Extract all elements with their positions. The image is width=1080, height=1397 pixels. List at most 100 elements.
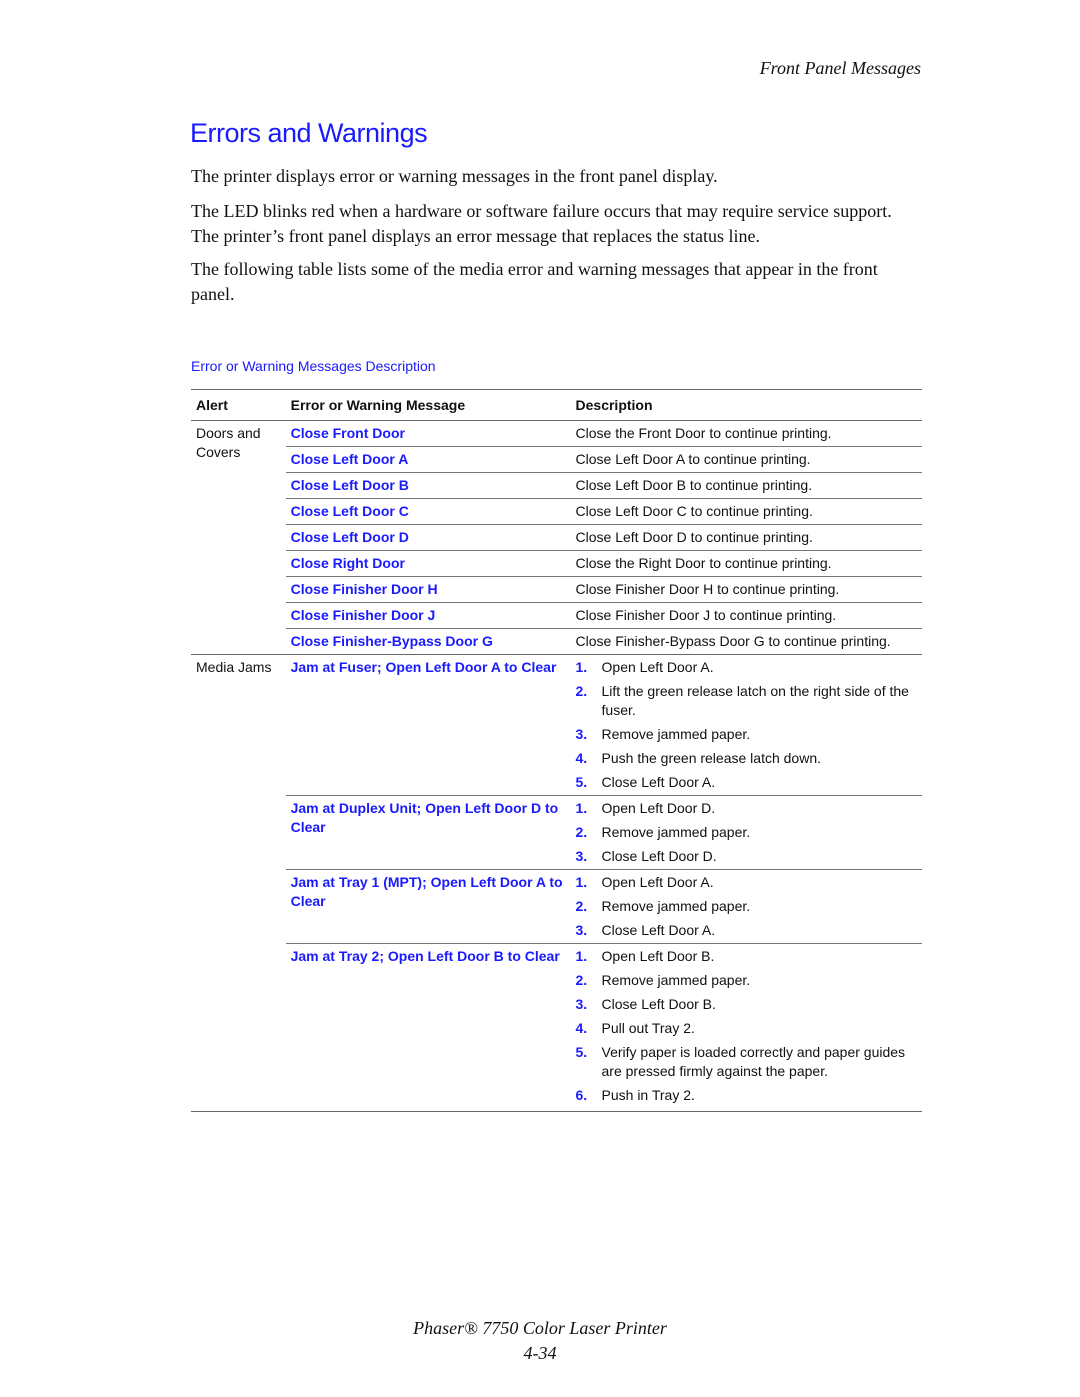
- error-message: Close Finisher Door H: [285, 576, 571, 603]
- table-row: Close Finisher Door H Close Finisher Door…: [191, 576, 922, 603]
- step-number: 3.: [575, 922, 588, 938]
- step-item: 3. Close Left Door B.: [576, 995, 917, 1014]
- step-item: 3. Close Left Door D.: [576, 847, 917, 866]
- step-number: 2.: [575, 972, 588, 988]
- step-item: 1. Open Left Door B.: [576, 947, 917, 966]
- error-message: Jam at Tray 2; Open Left Door B to Clear: [285, 943, 571, 1112]
- table-caption: Error or Warning Messages Description: [191, 358, 436, 374]
- step-item: 4. Pull out Tray 2.: [576, 1019, 917, 1038]
- step-item: 4. Push the green release latch down.: [576, 749, 917, 768]
- description-steps: 1. Open Left Door D. 2. Remove jammed paper…: [570, 795, 922, 870]
- step-item: 2. Remove jammed paper.: [576, 823, 917, 842]
- footer-page-number: 4-34: [523, 1343, 557, 1363]
- step-number: 3.: [575, 996, 588, 1012]
- step-text: Open Left Door A.: [601, 659, 714, 675]
- step-number: 1.: [575, 874, 588, 890]
- messages-table: Alert Error or Warning Message Descripti…: [191, 389, 922, 1112]
- step-number: 3.: [575, 726, 588, 742]
- table-row: Jam at Tray 1 (MPT); Open Left Door A to…: [191, 869, 922, 944]
- description: Close Left Door B to continue printing.: [570, 472, 922, 499]
- steps-list: 1. Open Left Door D. 2. Remove jammed paper…: [576, 799, 917, 866]
- table-row: Close Left Door B Close Left Door B to co…: [191, 472, 922, 499]
- step-item: 1. Open Left Door D.: [576, 799, 917, 818]
- column-header-message: Error or Warning Message: [285, 389, 571, 421]
- step-item: 2. Lift the green release latch on the ri…: [576, 682, 917, 720]
- table-body: Doors and Covers Close Front Door Close th…: [191, 421, 922, 1112]
- table-intro-paragraph: The following table lists some of the me…: [191, 259, 878, 304]
- error-message: Close Finisher Door J: [285, 602, 571, 629]
- step-number: 1.: [575, 948, 588, 964]
- description: Close Finisher Door H to continue printi…: [570, 576, 922, 603]
- step-text: Remove jammed paper.: [601, 726, 751, 742]
- running-header: Front Panel Messages: [759, 58, 921, 78]
- led-paragraph: The LED blinks red when a hardware or so…: [191, 201, 892, 246]
- description-steps: 1. Open Left Door B. 2. Remove jammed paper…: [570, 943, 922, 1112]
- step-text: Lift the green release latch on the righ…: [601, 683, 909, 718]
- step-number: 1.: [575, 659, 588, 675]
- column-header-alert: Alert: [191, 389, 286, 421]
- description: Close Left Door D to continue printing.: [570, 524, 922, 551]
- steps-list: 1. Open Left Door A. 2. Lift the green rele…: [576, 658, 917, 792]
- step-text: Close Left Door A.: [601, 922, 716, 938]
- description: Close Finisher Door J to continue printi…: [570, 602, 922, 629]
- error-message: Close Left Door B: [285, 472, 571, 499]
- step-number: 4.: [575, 1020, 588, 1036]
- step-text: Close Left Door A.: [601, 774, 716, 790]
- step-number: 3.: [575, 848, 588, 864]
- step-number: 5.: [575, 774, 588, 790]
- alert-category: Doors and Covers: [196, 425, 261, 460]
- error-message: Close Front Door: [290, 425, 405, 441]
- description-steps: 1. Open Left Door A. 2. Lift the green rele…: [570, 654, 922, 796]
- step-item: 5. Close Left Door A.: [576, 773, 917, 792]
- table-row: Jam at Tray 2; Open Left Door B to Clear…: [191, 943, 922, 1112]
- step-text: Open Left Door A.: [601, 874, 714, 890]
- step-item: 3. Remove jammed paper.: [576, 725, 917, 744]
- step-item: 2. Remove jammed paper.: [576, 971, 917, 990]
- step-text: Remove jammed paper.: [601, 824, 751, 840]
- step-item: 1. Open Left Door A.: [576, 658, 917, 677]
- step-number: 1.: [575, 800, 588, 816]
- column-header-description: Description: [570, 389, 922, 421]
- step-number: 6.: [575, 1087, 588, 1103]
- table-row: Close Left Door D Close Left Door D to co…: [191, 524, 922, 551]
- step-text: Remove jammed paper.: [601, 898, 751, 914]
- page-title: Errors and Warnings: [190, 118, 428, 148]
- step-text: Close Left Door D.: [601, 848, 717, 864]
- description: Close Left Door A to continue printing.: [570, 446, 922, 473]
- step-text: Verify paper is loaded correctly and pap…: [601, 1044, 906, 1079]
- error-message: Close Right Door: [285, 550, 571, 577]
- intro-paragraph: The printer displays error or warning me…: [191, 166, 718, 186]
- step-text: Remove jammed paper.: [601, 972, 751, 988]
- table-row: Jam at Duplex Unit; Open Left Door D to …: [191, 795, 922, 870]
- step-number: 5.: [575, 1044, 588, 1060]
- error-message: Jam at Fuser; Open Left Door A to Clear: [285, 654, 571, 796]
- step-text: Push the green release latch down.: [601, 750, 821, 766]
- error-message: Jam at Duplex Unit; Open Left Door D to …: [285, 795, 571, 870]
- error-message: Close Left Door C: [285, 498, 571, 525]
- steps-list: 1. Open Left Door A. 2. Remove jammed paper…: [576, 873, 917, 940]
- step-number: 2.: [575, 683, 588, 699]
- step-item: 3. Close Left Door A.: [576, 921, 917, 940]
- table-row: Close Finisher Door J Close Finisher Door…: [191, 602, 922, 629]
- step-text: Open Left Door D.: [601, 800, 716, 816]
- error-message: Close Left Door D: [285, 524, 571, 551]
- step-number: 2.: [575, 898, 588, 914]
- error-message: Close Finisher-Bypass Door G: [285, 628, 571, 655]
- description: Close the Front Door to continue printin…: [575, 425, 832, 441]
- table-header-row: Alert Error or Warning Message Descripti…: [191, 389, 922, 421]
- description-steps: 1. Open Left Door A. 2. Remove jammed paper…: [570, 869, 922, 944]
- step-item: 2. Remove jammed paper.: [576, 897, 917, 916]
- table-row: Close Left Door C Close Left Door C to co…: [191, 498, 922, 525]
- step-text: Close Left Door B.: [601, 996, 716, 1012]
- description: Close Finisher-Bypass Door G to continue…: [570, 628, 922, 655]
- step-item: 6. Push in Tray 2.: [576, 1086, 917, 1105]
- steps-list: 1. Open Left Door B. 2. Remove jammed paper…: [576, 947, 917, 1105]
- footer-product-name: Phaser® 7750 Color Laser Printer: [413, 1318, 667, 1338]
- table-row: Media Jams Jam at Fuser; Open Left Door A…: [191, 654, 922, 1112]
- table-row: Close Left Door A Close Left Door A to co…: [191, 446, 922, 473]
- step-text: Push in Tray 2.: [601, 1087, 695, 1103]
- error-message: Close Left Door A: [285, 446, 571, 473]
- step-text: Open Left Door B.: [601, 948, 715, 964]
- step-number: 4.: [575, 750, 588, 766]
- alert-category: Media Jams: [191, 654, 286, 1112]
